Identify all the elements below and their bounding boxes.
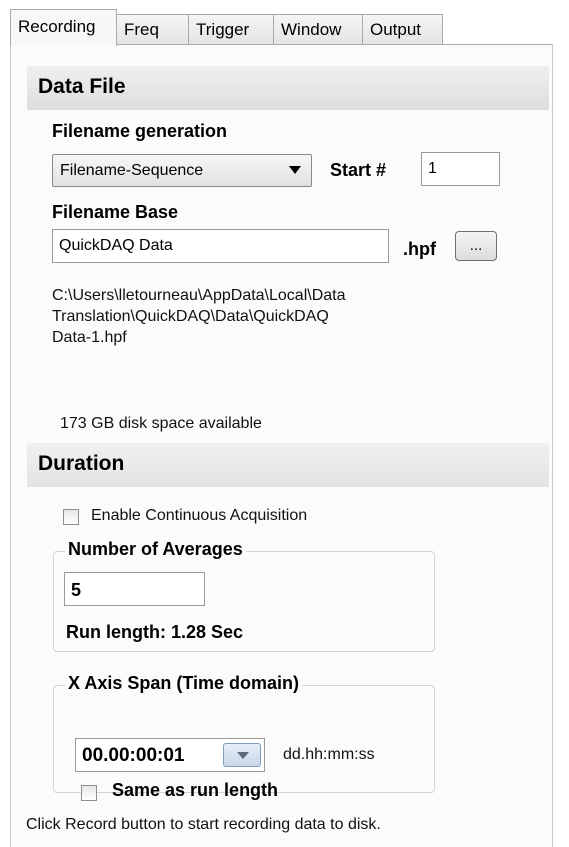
record-hint-text: Click Record button to start recording d… — [26, 816, 381, 833]
file-extension-label: .hpf — [403, 239, 436, 259]
panel-left-border — [10, 44, 11, 847]
filename-generation-select[interactable]: Filename-Sequence — [52, 154, 312, 187]
duration-header: Duration — [27, 443, 549, 487]
filename-base-label: Filename Base — [52, 202, 179, 222]
start-number-label: Start # — [330, 160, 387, 180]
filename-base-input[interactable]: QuickDAQ Data — [52, 229, 389, 263]
tab-window[interactable]: Window — [273, 14, 363, 45]
x-axis-span-group-label: X Axis Span (Time domain) — [65, 673, 303, 694]
continuous-acquisition-checkbox[interactable] — [63, 509, 79, 525]
chevron-down-icon — [289, 166, 301, 174]
disk-space-text: 173 GB disk space available — [60, 415, 262, 432]
tab-trigger[interactable]: Trigger — [188, 14, 274, 45]
same-as-run-length-label[interactable]: Same as run length — [112, 780, 278, 801]
continuous-acquisition-label[interactable]: Enable Continuous Acquisition — [91, 507, 307, 525]
filename-generation-label: Filename generation — [52, 121, 228, 141]
file-path-text: C:\Users\lletourneau\AppData\Local\Data … — [52, 285, 346, 348]
recording-settings-window: Recording Freq Trigger Window Output Dat… — [0, 0, 569, 847]
start-number-input[interactable]: 1 — [421, 152, 500, 186]
tab-output[interactable]: Output — [362, 14, 443, 45]
file-path-line: Data-1.hpf — [52, 329, 127, 346]
browse-button[interactable]: ... — [455, 231, 497, 261]
x-axis-span-format: dd.hh:mm:ss — [283, 746, 375, 763]
tab-recording[interactable]: Recording — [10, 9, 117, 46]
x-axis-span-dropdown-button[interactable] — [223, 743, 261, 767]
chevron-down-icon — [237, 752, 249, 759]
panel-right-border — [552, 44, 553, 847]
averages-input[interactable]: 5 — [64, 572, 205, 606]
same-as-run-length-checkbox[interactable] — [81, 785, 97, 801]
averages-group-label: Number of Averages — [65, 539, 246, 560]
filename-generation-value: Filename-Sequence — [60, 162, 204, 179]
file-path-line: Translation\QuickDAQ\Data\QuickDAQ — [52, 308, 329, 325]
tab-freq[interactable]: Freq — [116, 14, 189, 45]
data-file-header: Data File — [27, 66, 549, 110]
run-length-text: Run length: 1.28 Sec — [66, 622, 244, 642]
file-path-line: C:\Users\lletourneau\AppData\Local\Data — [52, 287, 346, 304]
